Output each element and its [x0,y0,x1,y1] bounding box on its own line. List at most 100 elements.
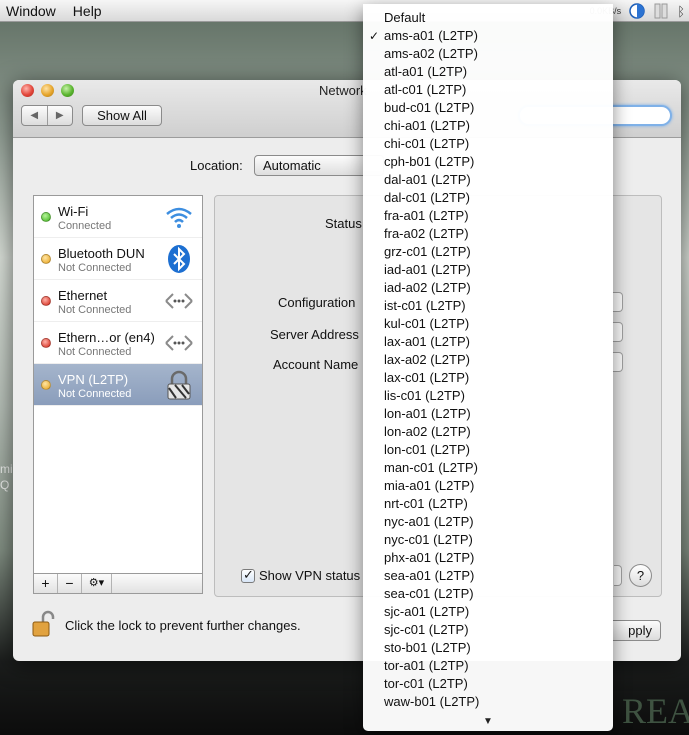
menu-item[interactable]: ✓ ams-a01 (L2TP) [363,27,613,45]
desktop-text: mi [0,462,13,476]
menu-item[interactable]: cph-b01 (L2TP) [363,153,613,171]
status-dot [41,254,51,264]
menu-item[interactable]: iad-a01 (L2TP) [363,261,613,279]
advanced-button[interactable] [614,565,622,586]
menu-item-label: lon-a01 (L2TP) [384,406,471,421]
service-item-vpn[interactable]: VPN (L2TP) Not Connected [34,364,202,406]
zoom-button[interactable] [61,84,74,97]
service-status: Not Connected [58,388,132,400]
menu-item-label: nyc-a01 (L2TP) [384,514,474,529]
menu-item[interactable]: fra-a01 (L2TP) [363,207,613,225]
location-label: Location: [190,158,243,173]
menu-item[interactable]: dal-c01 (L2TP) [363,189,613,207]
status-label: Status [325,216,362,231]
menu-item[interactable]: ams-a02 (L2TP) [363,45,613,63]
close-button[interactable] [21,84,34,97]
menu-item-label: dal-c01 (L2TP) [384,190,470,205]
menu-item[interactable]: lon-a02 (L2TP) [363,423,613,441]
window-title: Network [319,83,367,98]
menu-item-label: iad-a02 (L2TP) [384,280,471,295]
back-forward-buttons: ◀ ▶ [21,105,73,126]
lock-text: Click the lock to prevent further change… [65,618,301,633]
menu-item[interactable]: man-c01 (L2TP) [363,459,613,477]
show-vpn-status-checkbox[interactable]: Show VPN status [241,567,360,583]
checkbox-checked[interactable] [241,567,255,583]
configuration-label: Configuration [278,295,356,310]
service-item-ethernet-en4[interactable]: Ethern…or (en4) Not Connected [34,322,202,364]
menu-item-label: lis-c01 (L2TP) [384,388,465,403]
scroll-down-arrow-icon[interactable]: ▼ [363,716,613,727]
menu-item-label: nrt-c01 (L2TP) [384,496,468,511]
menu-item[interactable]: lax-a02 (L2TP) [363,351,613,369]
menu-item[interactable]: lax-c01 (L2TP) [363,369,613,387]
menu-help[interactable]: Help [67,3,113,19]
menu-item[interactable]: waw-b01 (L2TP) [363,693,613,711]
menu-window[interactable]: Window [0,3,67,19]
bluetooth-menu-icon[interactable]: ᛒ [677,4,685,19]
menu-item-label: chi-a01 (L2TP) [384,118,470,133]
menu-item[interactable]: atl-a01 (L2TP) [363,63,613,81]
menu-item[interactable]: mia-a01 (L2TP) [363,477,613,495]
menu-item[interactable]: sjc-a01 (L2TP) [363,603,613,621]
service-item-wifi[interactable]: Wi-Fi Connected [34,196,202,238]
service-item-bluetooth-dun[interactable]: Bluetooth DUN Not Connected [34,238,202,280]
menu-item[interactable]: nrt-c01 (L2TP) [363,495,613,513]
minimize-button[interactable] [41,84,54,97]
help-button[interactable]: ? [629,564,652,587]
menu-item[interactable]: tor-a01 (L2TP) [363,657,613,675]
service-list-toolbar: + − ⚙▾ [33,574,203,594]
desktop-text: Q [0,478,10,492]
menu-item[interactable]: lax-a01 (L2TP) [363,333,613,351]
pause-icon[interactable] [653,3,669,19]
menu-item[interactable]: atl-c01 (L2TP) [363,81,613,99]
menu-item[interactable]: ist-c01 (L2TP) [363,297,613,315]
menu-item[interactable]: Default [363,9,613,27]
remove-service-button[interactable]: − [58,574,82,593]
menu-item[interactable]: lon-c01 (L2TP) [363,441,613,459]
menu-item[interactable]: chi-c01 (L2TP) [363,135,613,153]
menu-item-label: man-c01 (L2TP) [384,460,478,475]
menu-item[interactable]: sea-c01 (L2TP) [363,585,613,603]
menu-item[interactable]: sto-b01 (L2TP) [363,639,613,657]
menu-item[interactable]: tor-c01 (L2TP) [363,675,613,693]
forward-arrow-icon[interactable]: ▶ [48,106,73,125]
menu-item[interactable]: kul-c01 (L2TP) [363,315,613,333]
menu-item[interactable]: phx-a01 (L2TP) [363,549,613,567]
menu-item[interactable]: dal-a01 (L2TP) [363,171,613,189]
menu-item-label: atl-c01 (L2TP) [384,82,467,97]
ethernet-icon [164,286,194,316]
menu-item-label: iad-a01 (L2TP) [384,262,471,277]
menu-item-label: fra-a01 (L2TP) [384,208,469,223]
menu-item[interactable]: nyc-a01 (L2TP) [363,513,613,531]
menu-item-label: phx-a01 (L2TP) [384,550,475,565]
status-dot [41,296,51,306]
checkmark-icon: ✓ [369,29,380,43]
menu-item[interactable]: sea-a01 (L2TP) [363,567,613,585]
menu-item-label: dal-a01 (L2TP) [384,172,471,187]
menu-item[interactable]: nyc-c01 (L2TP) [363,531,613,549]
menu-item[interactable]: grz-c01 (L2TP) [363,243,613,261]
open-lock-icon[interactable] [31,610,55,641]
service-item-ethernet[interactable]: Ethernet Not Connected [34,280,202,322]
apply-button[interactable]: pply [613,620,661,641]
menu-item[interactable]: iad-a02 (L2TP) [363,279,613,297]
menu-item[interactable]: bud-c01 (L2TP) [363,99,613,117]
service-name: VPN (L2TP) [58,372,129,387]
half-circle-icon[interactable] [629,3,645,19]
gear-menu-button[interactable]: ⚙▾ [82,574,112,593]
show-all-button[interactable]: Show All [82,105,162,126]
menu-item[interactable]: lon-a01 (L2TP) [363,405,613,423]
back-arrow-icon[interactable]: ◀ [22,106,48,125]
menu-item-label: lon-a02 (L2TP) [384,424,471,439]
menu-item[interactable]: lis-c01 (L2TP) [363,387,613,405]
menu-item-label: grz-c01 (L2TP) [384,244,471,259]
menu-item[interactable]: fra-a02 (L2TP) [363,225,613,243]
vpn-configuration-menu: Default ✓ ams-a01 (L2TP) ams-a02 (L2TP) atl-… [363,4,613,731]
service-name: Ethern…or (en4) [58,330,155,345]
menu-item-label: sjc-a01 (L2TP) [384,604,470,619]
add-service-button[interactable]: + [34,574,58,593]
menu-item[interactable]: chi-a01 (L2TP) [363,117,613,135]
menu-item-label: tor-a01 (L2TP) [384,658,469,673]
lock-area: Click the lock to prevent further change… [31,610,301,641]
menu-item[interactable]: sjc-c01 (L2TP) [363,621,613,639]
